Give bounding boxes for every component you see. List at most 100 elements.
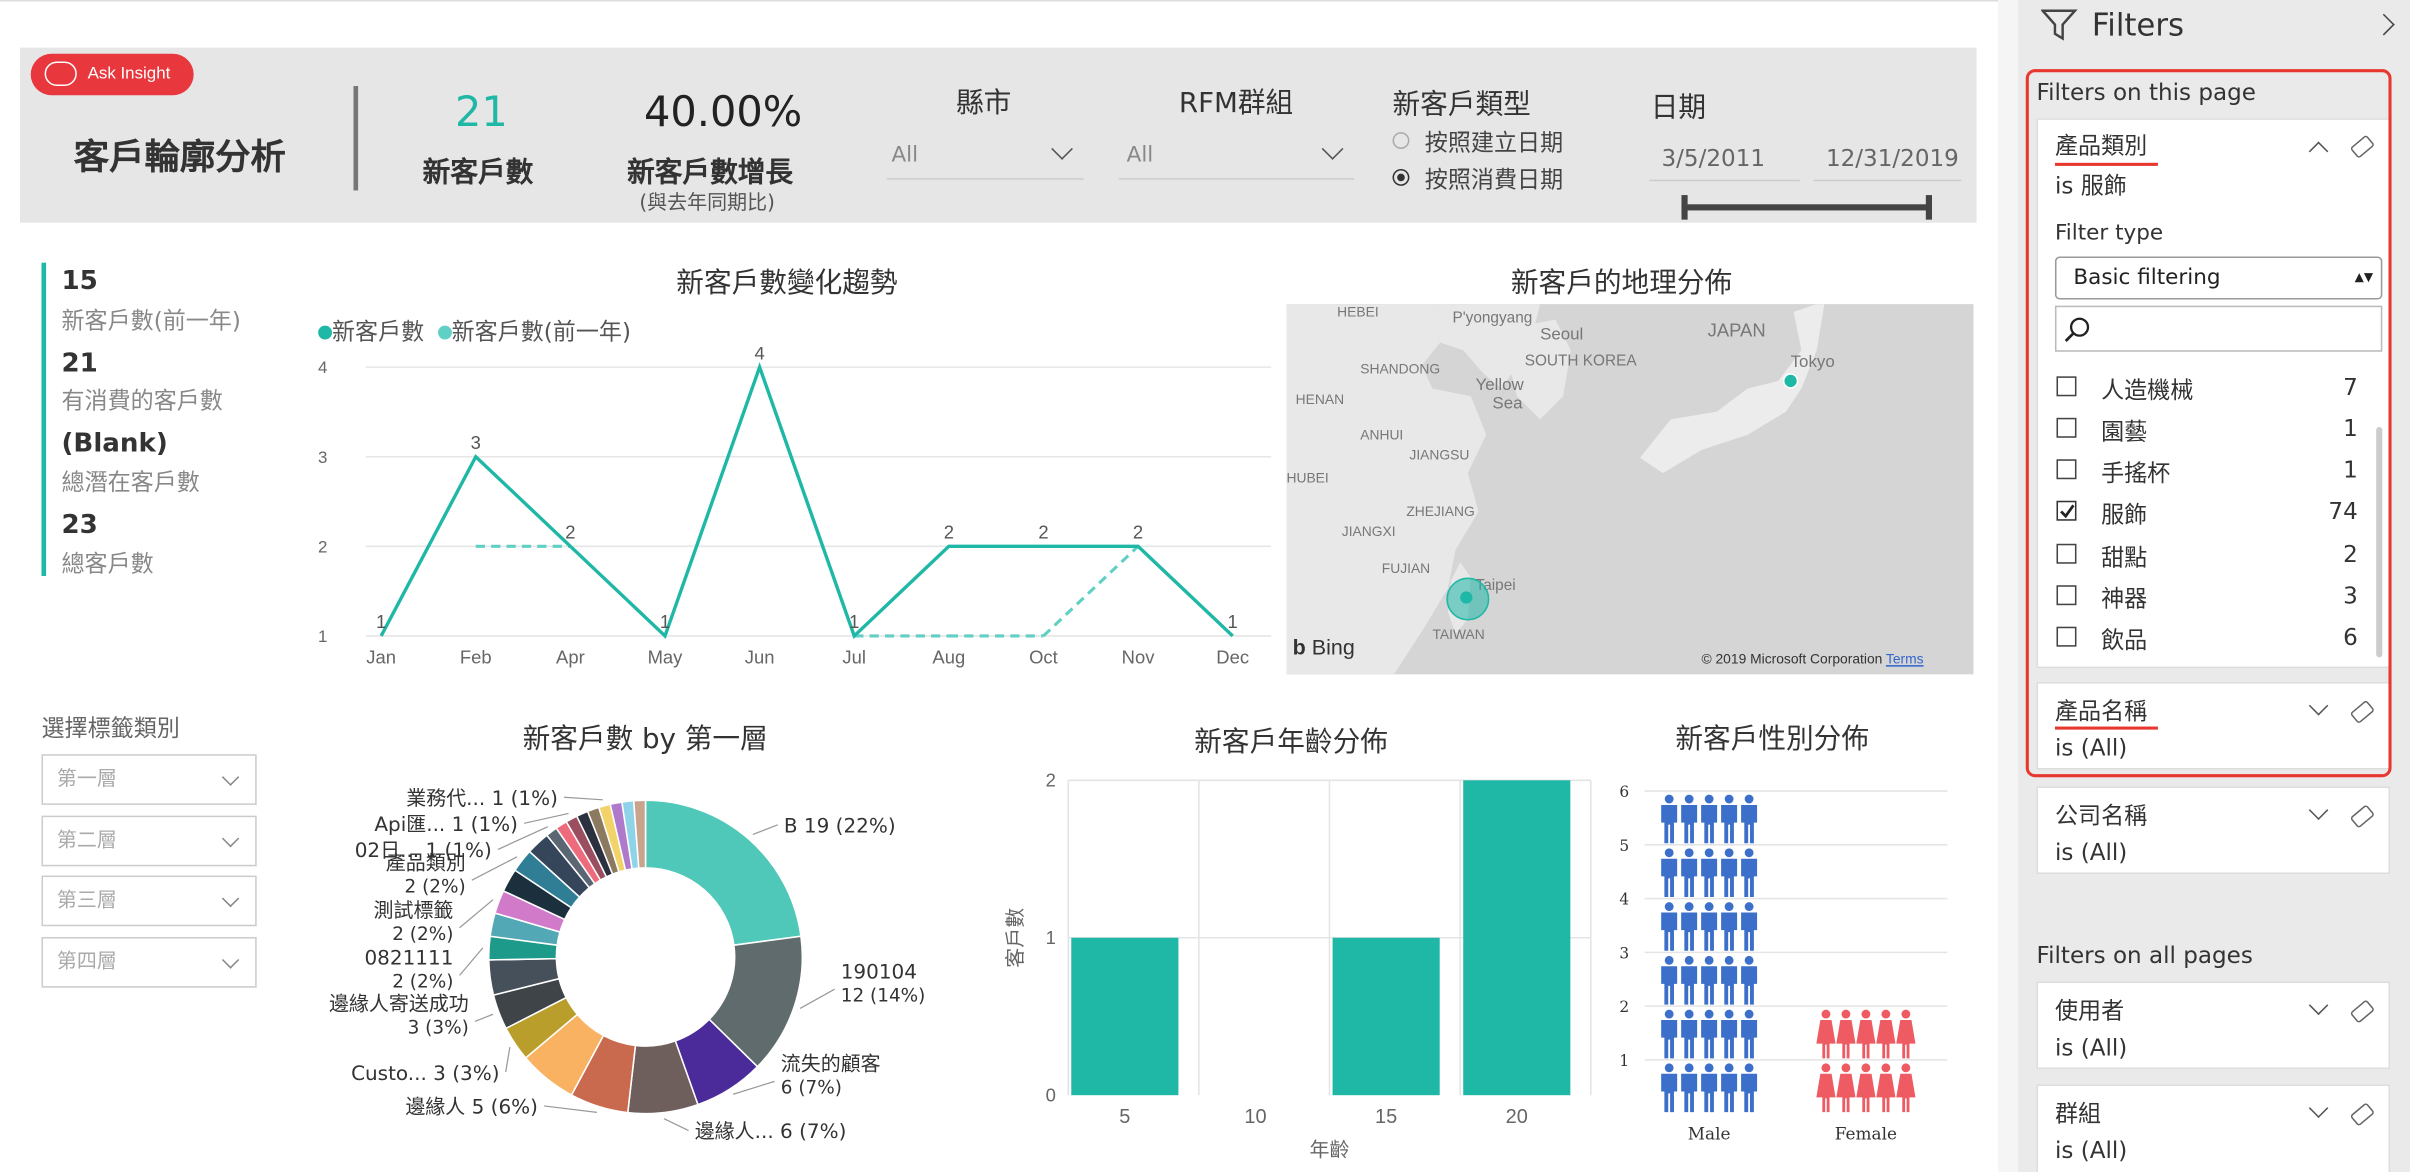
female-person-icon	[1836, 1063, 1856, 1113]
radio-by-created-date[interactable]	[1392, 132, 1410, 149]
tag-level-2-dropdown[interactable]: 第二層	[41, 815, 257, 867]
donut-slice-label: 02日... 1 (1%)	[355, 838, 492, 862]
donut-chart: B 19 (22%) 190104 12 (14%) 流失的顧客6 (7%) 邊緣人..…	[329, 786, 925, 1143]
male-person-icon	[1701, 902, 1718, 951]
tag-level-4-dropdown[interactable]: 第四層	[41, 936, 257, 988]
legend-dot-icon	[437, 325, 452, 340]
chat-bubble-icon	[44, 61, 77, 87]
male-person-icon	[1701, 955, 1718, 1005]
tag-selector-title: 選擇標籤類別	[41, 714, 180, 742]
filter-card-user[interactable]: 使用者 is (All)	[2036, 981, 2391, 1070]
donut-slice-label-value: 2 (2%)	[392, 972, 453, 993]
donut-leader-line	[564, 796, 603, 801]
geo-map[interactable]: HEBEI P'yongyang Seoul JAPAN SHANDONG SO…	[1286, 304, 1974, 675]
report-canvas: Ask Insight 客戶輪廓分析 21 新客戶數 40.00% 新客戶數增長…	[0, 0, 1999, 1174]
date-range-start-handle[interactable]	[1681, 195, 1688, 220]
donut-leader-line	[474, 1013, 494, 1023]
tag-level-3-dropdown[interactable]: 第三層	[41, 875, 257, 927]
chevron-down-icon	[221, 829, 240, 848]
male-person-icon	[1681, 1063, 1698, 1113]
chevron-down-icon	[1321, 138, 1344, 160]
bing-brand: Bing	[1311, 634, 1355, 659]
y-tick-label: 6	[1619, 783, 1629, 801]
map-terms-link[interactable]: Terms	[1886, 651, 1924, 666]
tag-level-label: 第四層	[56, 950, 117, 974]
y-tick-label: 1	[1046, 927, 1056, 948]
bing-logo: b Bing	[1292, 634, 1355, 659]
male-person-icon	[1681, 955, 1698, 1005]
x-tick-label: Apr	[556, 647, 585, 668]
date-range-slider-track[interactable]	[1684, 204, 1931, 211]
stat-potential-label: 總潛在客戶數	[61, 468, 200, 497]
rfm-slicer-dropdown[interactable]: All	[1118, 135, 1355, 180]
male-person-icon	[1681, 902, 1698, 951]
eraser-icon[interactable]	[2349, 1102, 2376, 1127]
y-tick-label: 2	[318, 537, 327, 556]
chevron-down-icon[interactable]	[2308, 995, 2329, 1016]
chevron-down-icon	[221, 768, 240, 786]
map-copyright-text: © 2019 Microsoft Corporation	[1701, 651, 1883, 667]
collapse-pane-chevron-icon[interactable]	[2373, 13, 2395, 36]
date-slicer-title: 日期	[1650, 92, 1707, 125]
chevron-down-icon	[1051, 138, 1073, 160]
chevron-down-icon	[221, 889, 240, 908]
y-tick-label: 2	[1046, 769, 1056, 790]
tag-level-label: 第二層	[56, 829, 117, 853]
donut-slice-label: B 19 (22%)	[784, 814, 896, 838]
map-label: SHANDONG	[1360, 360, 1441, 377]
line-chart: 1 2 3 4 Jan Feb Apr May Jun Jul Aug Oct Nov Dec 1 3 2 1 4 1…	[318, 347, 1272, 668]
map-label: Tokyo	[1790, 353, 1835, 372]
female-person-icon	[1896, 1009, 1916, 1059]
male-person-icon	[1661, 902, 1678, 951]
filter-card-company[interactable]: 公司名稱 is (All)	[2036, 786, 2391, 875]
eraser-icon[interactable]	[2349, 999, 2376, 1024]
series-prev-year-segment	[1042, 545, 1140, 638]
radio-by-purchase-date[interactable]	[1392, 168, 1410, 186]
male-person-icon	[1721, 902, 1738, 951]
header-divider	[353, 86, 359, 191]
city-slicer-dropdown[interactable]: All	[886, 135, 1084, 180]
tag-level-1-dropdown[interactable]: 第一層	[41, 754, 257, 805]
map-bubble-tokyo[interactable]	[1782, 373, 1799, 389]
x-axis-label: 年齡	[1310, 1138, 1350, 1162]
male-person-icon	[1681, 794, 1698, 844]
kpi-new-customers-value: 21	[454, 89, 508, 137]
stat-prev-year-value: 15	[61, 265, 98, 297]
gender-pictograph-chart: 1 2 3 4 5 6 Male Female	[1619, 783, 1948, 1144]
map-label: Sea	[1492, 394, 1523, 414]
y-tick-label: 0	[1046, 1084, 1056, 1105]
stats-accent-bar	[41, 262, 47, 577]
male-person-icon	[1741, 955, 1758, 1005]
x-tick-label: 20	[1506, 1106, 1528, 1128]
date-range-end-handle[interactable]	[1925, 195, 1932, 220]
female-person-icon	[1836, 1009, 1856, 1059]
x-tick-label: Dec	[1216, 647, 1249, 668]
map-label: ZHEJIANG	[1406, 503, 1475, 520]
chevron-down-icon[interactable]	[2308, 1098, 2329, 1119]
chevron-down-icon[interactable]	[2308, 800, 2329, 821]
ask-insight-button[interactable]: Ask Insight	[30, 53, 194, 96]
x-tick-label: Female	[1835, 1124, 1897, 1144]
female-person-icon	[1856, 1063, 1876, 1113]
donut-slice-label: Custo... 3 (3%)	[351, 1061, 499, 1085]
female-person-icon	[1816, 1063, 1836, 1113]
date-end-input[interactable]: 12/31/2019	[1813, 135, 1962, 182]
filter-card-group[interactable]: 群組 is (All)	[2036, 1084, 2391, 1172]
data-label: 3	[471, 432, 481, 453]
date-start-input[interactable]: 3/5/2011	[1649, 135, 1800, 182]
filter-group-state: is (All)	[2054, 1136, 2128, 1165]
filter-user-name: 使用者	[2054, 996, 2125, 1025]
kpi-growth-value: 40.00%	[643, 89, 803, 137]
rfm-slicer-value: All	[1126, 142, 1154, 168]
female-person-icon	[1896, 1063, 1916, 1113]
tag-level-label: 第一層	[56, 768, 117, 792]
donut-slice	[644, 799, 802, 947]
x-tick-label: Jun	[745, 647, 775, 668]
map-label: JAPAN	[1707, 319, 1766, 342]
female-person-icon	[1856, 1009, 1876, 1059]
stat-spending-value: 21	[61, 348, 98, 380]
filters-pane-title: Filters	[2091, 6, 2184, 44]
female-person-icon	[1876, 1063, 1896, 1113]
eraser-icon[interactable]	[2349, 804, 2376, 829]
y-tick-label: 5	[1619, 837, 1629, 855]
